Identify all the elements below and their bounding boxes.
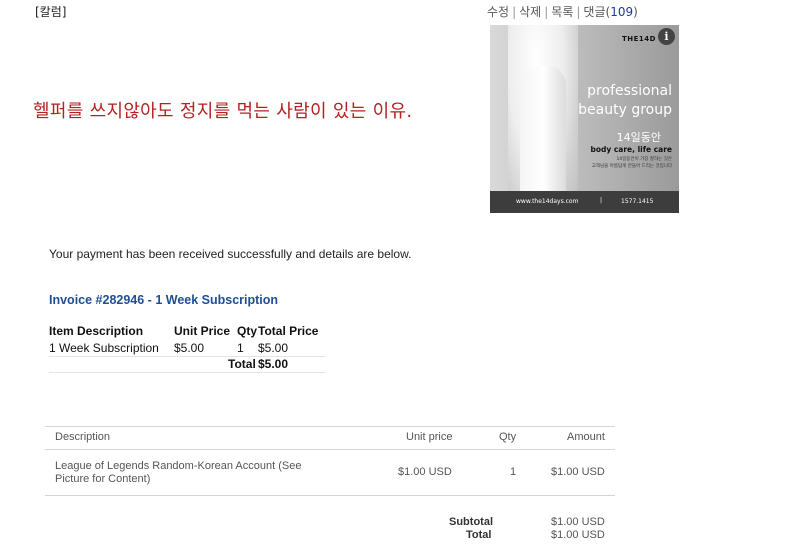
description-line-1: League of Legends Random-Korean Account …	[55, 460, 302, 472]
comments-close: )	[633, 5, 638, 19]
subtotal-label: Subtotal	[449, 516, 493, 528]
cell-total-price: $5.00	[258, 341, 289, 355]
header-unit-price: Unit price	[406, 431, 453, 443]
category-label: [칼럼]	[35, 5, 67, 19]
line-item-unit-price: $1.00 USD	[398, 466, 452, 478]
comments-link[interactable]: 댓글(109)	[583, 5, 637, 19]
line-item-qty: 1	[510, 466, 517, 478]
total-value: $5.00	[258, 357, 289, 371]
separator: |	[512, 5, 517, 19]
edit-link[interactable]: 수정	[487, 5, 509, 19]
col-item-description: Item Description	[49, 324, 144, 338]
ad-brand-logo: THE14D	[622, 35, 656, 43]
separator: |	[544, 5, 549, 19]
col-total-price: Total Price	[258, 324, 319, 338]
cell-qty: 1	[237, 341, 244, 355]
ad-info-icon[interactable]: i	[658, 28, 675, 45]
list-link[interactable]: 목록	[551, 5, 573, 19]
table-top-rule	[45, 426, 615, 427]
separator: |	[576, 5, 581, 19]
ad-headline-2: beauty group	[578, 102, 672, 118]
cell-item: 1 Week Subscription	[49, 341, 159, 355]
invoice-title: Invoice #282946 - 1 Week Subscription	[49, 293, 279, 307]
col-qty: Qty	[237, 324, 258, 338]
delete-link[interactable]: 삭제	[519, 5, 541, 19]
header-amount: Amount	[567, 431, 605, 443]
ad-days-text: 14일동안	[616, 131, 661, 144]
total-label: Total	[466, 529, 492, 541]
comments-count: 109	[610, 5, 634, 19]
ad-url: www.the14days.com	[516, 198, 579, 205]
post-headline: 헬퍼를 쓰지않아도 정지를 먹는 사람이 있는 이유.	[33, 101, 413, 122]
post-actions: 수정 | 삭제 | 목록 | 댓글(109)	[487, 3, 638, 20]
total-label: Total	[228, 357, 256, 371]
ad-banner[interactable]: THE14D i professional beauty group 14일동안…	[490, 25, 679, 213]
ad-fine-line-1: 14일동안이 가장 잘하는 것은	[616, 157, 672, 162]
line-item-description: League of Legends Random-Korean Account …	[55, 460, 301, 486]
ad-tagline: body care, life care	[590, 145, 672, 154]
ad-phone: 1577.1415	[621, 198, 654, 205]
ad-divider: |	[600, 197, 603, 204]
row-divider	[49, 372, 326, 373]
ad-footer-bar: www.the14days.com | 1577.1415	[490, 191, 679, 213]
payment-message: Your payment has been received successfu…	[49, 247, 412, 261]
col-unit-price: Unit Price	[174, 324, 231, 338]
description-line-2: Picture for Content)	[55, 473, 151, 485]
ad-headline-1: professional	[587, 83, 672, 99]
header-description: Description	[55, 431, 111, 443]
header-qty: Qty	[499, 431, 517, 443]
subtotal-value: $1.00 USD	[551, 516, 605, 528]
total-value: $1.00 USD	[551, 529, 605, 541]
row-rule	[45, 495, 615, 496]
header-rule	[45, 449, 615, 450]
ad-fine-line-2: 고객님을 아름답게 만들어 드리는 것입니다	[591, 164, 672, 169]
ad-fine-print: 14일동안이 가장 잘하는 것은 고객님을 아름답게 만들어 드리는 것입니다	[592, 156, 672, 170]
cell-unit-price: $5.00	[174, 341, 205, 355]
comments-label: 댓글(	[583, 5, 611, 19]
line-item-amount: $1.00 USD	[551, 466, 605, 478]
